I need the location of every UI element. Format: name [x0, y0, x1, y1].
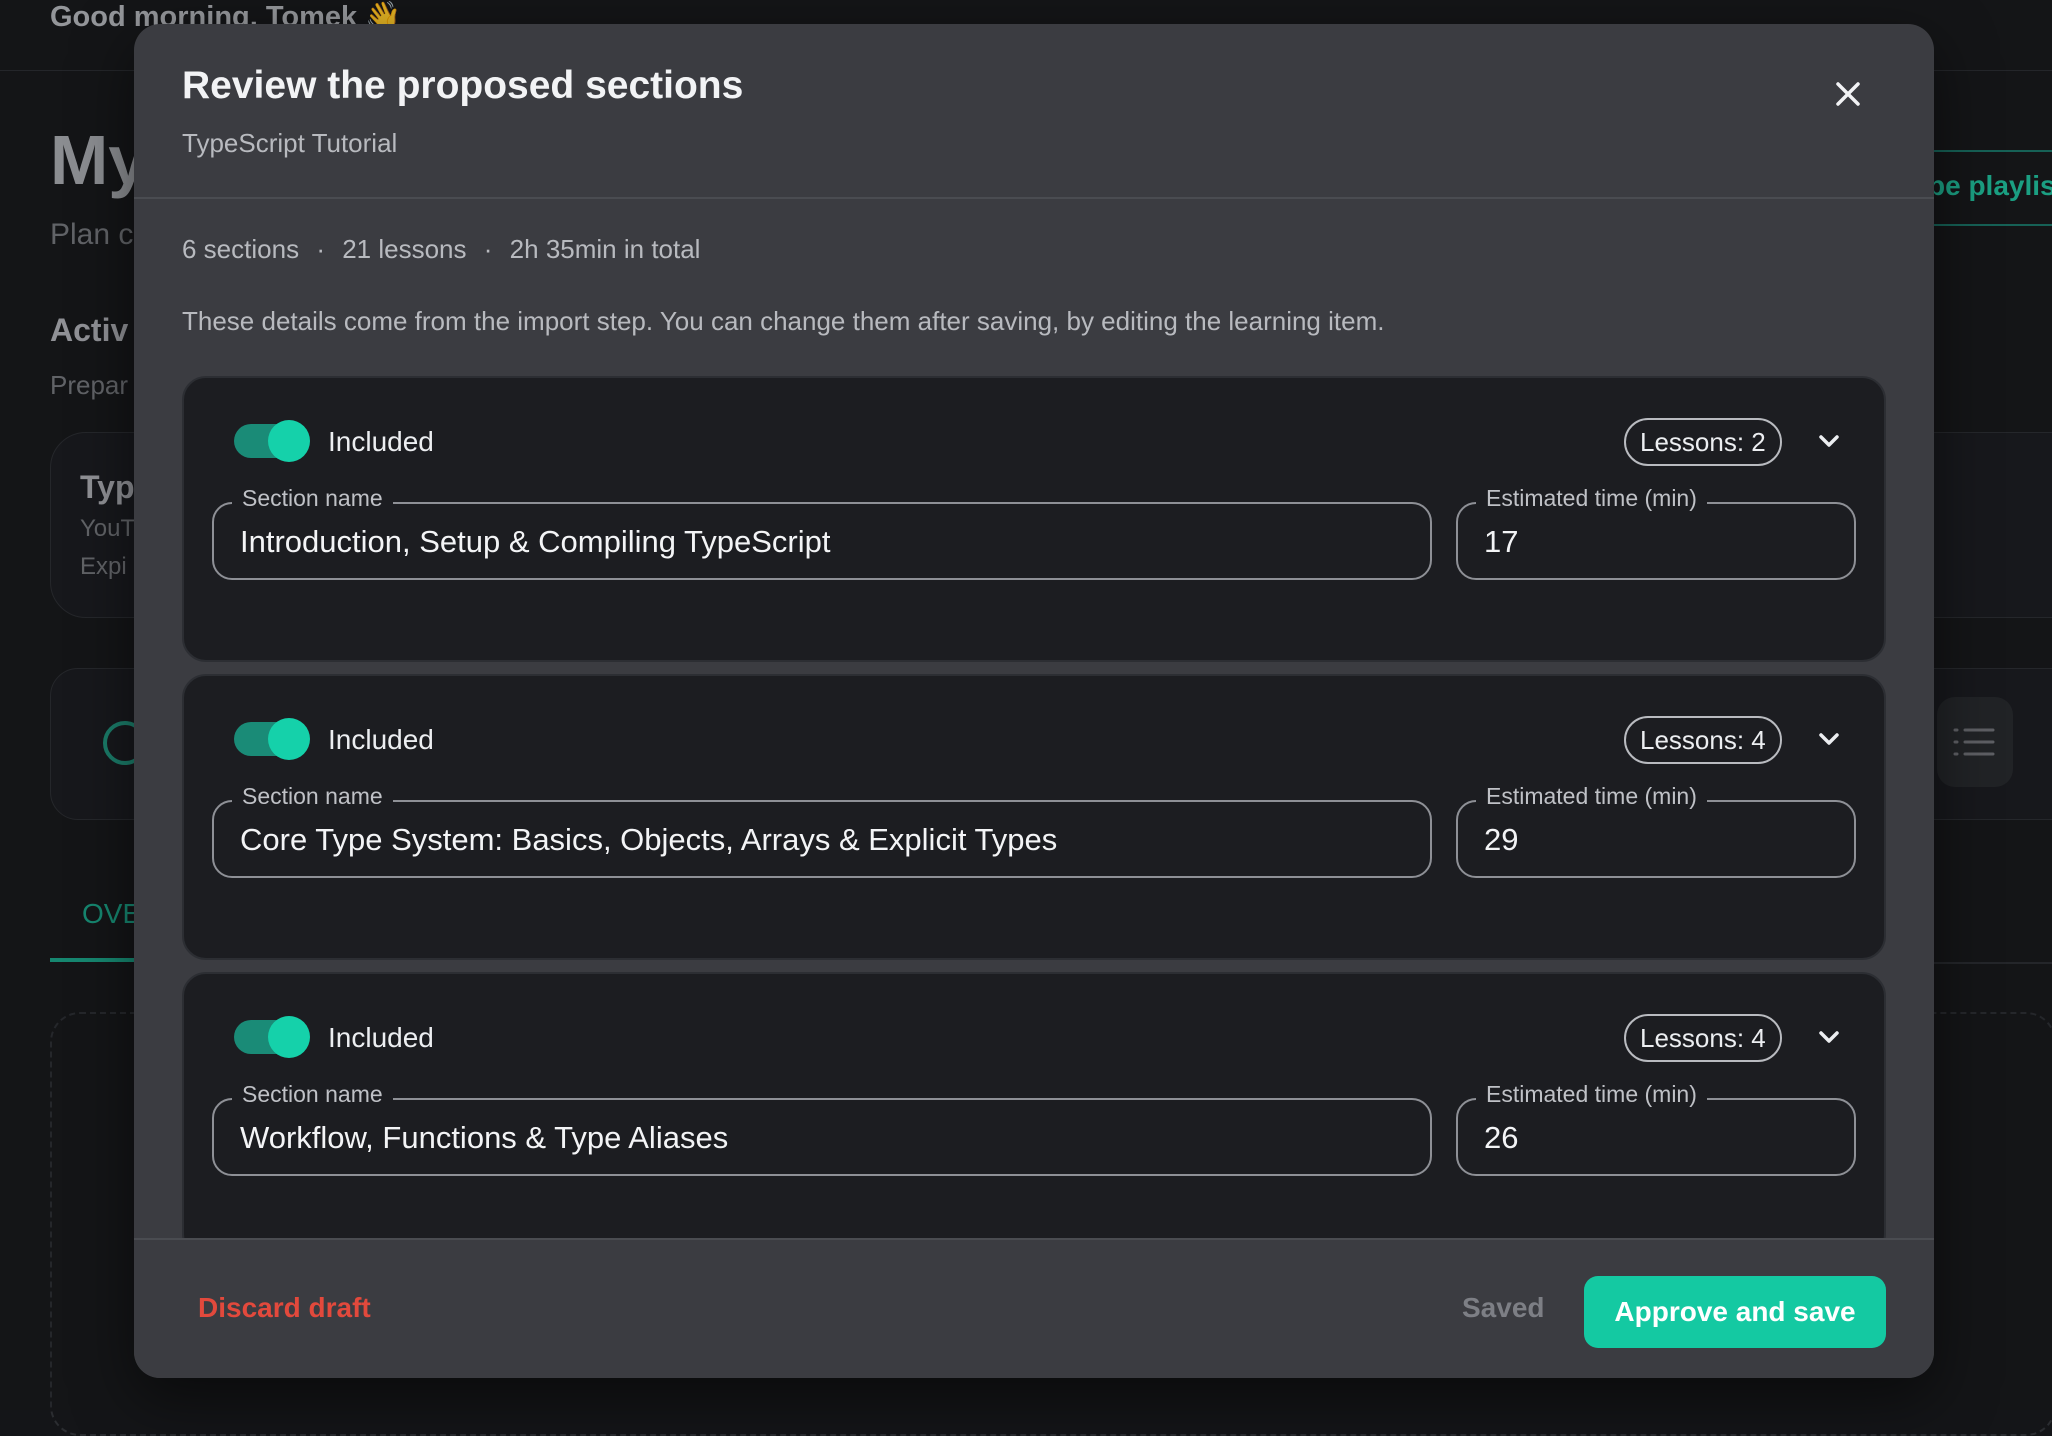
separator: · — [316, 234, 325, 264]
estimated-time-label: Estimated time (min) — [1476, 1081, 1707, 1108]
section-name-label: Section name — [232, 1081, 393, 1108]
estimated-time-field[interactable]: Estimated time (min) 29 — [1456, 783, 1856, 878]
header-divider — [134, 197, 1934, 199]
include-toggle[interactable] — [234, 420, 310, 462]
estimated-time-field[interactable]: Estimated time (min) 17 — [1456, 485, 1856, 580]
lessons-count: 21 lessons — [342, 234, 467, 264]
saved-status: Saved — [1462, 1292, 1545, 1323]
section-card: Included Lessons: 4 Section name Core Ty… — [182, 674, 1886, 960]
section-name-field[interactable]: Section name Introduction, Setup & Compi… — [212, 485, 1432, 580]
close-button[interactable] — [1822, 68, 1874, 120]
section-card: Included Lessons: 4 Section name Workflo… — [182, 972, 1886, 1258]
section-name-label: Section name — [232, 783, 393, 810]
chevron-down-icon — [1819, 733, 1839, 745]
close-icon — [1836, 82, 1860, 106]
lessons-badge: Lessons: 2 — [1624, 418, 1782, 466]
approve-and-save-button[interactable]: Approve and save — [1584, 1276, 1886, 1348]
expand-button[interactable] — [1810, 1018, 1848, 1056]
section-name-value[interactable]: Introduction, Setup & Compiling TypeScri… — [240, 524, 830, 560]
summary-stats: 6 sections · 21 lessons · 2h 35min in to… — [182, 234, 700, 265]
estimated-time-label: Estimated time (min) — [1476, 485, 1707, 512]
estimated-time-value[interactable]: 17 — [1484, 524, 1518, 560]
lessons-badge: Lessons: 4 — [1624, 716, 1782, 764]
section-name-value[interactable]: Workflow, Functions & Type Aliases — [240, 1120, 728, 1156]
chevron-down-icon — [1819, 1031, 1839, 1043]
discard-draft-button[interactable]: Discard draft — [198, 1292, 371, 1324]
dialog-subtitle: TypeScript Tutorial — [182, 128, 398, 158]
estimated-time-value[interactable]: 29 — [1484, 822, 1518, 858]
toggle-knob — [268, 1016, 310, 1058]
section-name-field[interactable]: Section name Core Type System: Basics, O… — [212, 783, 1432, 878]
import-note: These details come from the import step.… — [182, 306, 1385, 336]
dialog-title: Review the proposed sections — [182, 64, 744, 107]
chevron-down-icon — [1819, 435, 1839, 447]
include-toggle[interactable] — [234, 1016, 310, 1058]
section-card: Included Lessons: 2 Section name Introdu… — [182, 376, 1886, 662]
lessons-badge: Lessons: 4 — [1624, 1014, 1782, 1062]
dialog-footer: Discard draft Saved Approve and save — [134, 1238, 1934, 1378]
estimated-time-value[interactable]: 26 — [1484, 1120, 1518, 1156]
separator: · — [483, 234, 493, 264]
included-label: Included — [328, 1022, 434, 1053]
total-duration: 2h 35min in total — [509, 234, 701, 264]
sections-count: 6 sections — [182, 234, 300, 264]
estimated-time-field[interactable]: Estimated time (min) 26 — [1456, 1081, 1856, 1176]
section-name-field[interactable]: Section name Workflow, Functions & Type … — [212, 1081, 1432, 1176]
toggle-knob — [268, 420, 310, 462]
included-label: Included — [328, 724, 434, 755]
expand-button[interactable] — [1810, 720, 1848, 758]
estimated-time-label: Estimated time (min) — [1476, 783, 1707, 810]
section-name-label: Section name — [232, 485, 393, 512]
included-label: Included — [328, 426, 434, 457]
toggle-knob — [268, 718, 310, 760]
review-sections-dialog: Review the proposed sections TypeScript … — [134, 24, 1934, 1378]
include-toggle[interactable] — [234, 718, 310, 760]
section-name-value[interactable]: Core Type System: Basics, Objects, Array… — [240, 822, 1057, 858]
expand-button[interactable] — [1810, 422, 1848, 460]
